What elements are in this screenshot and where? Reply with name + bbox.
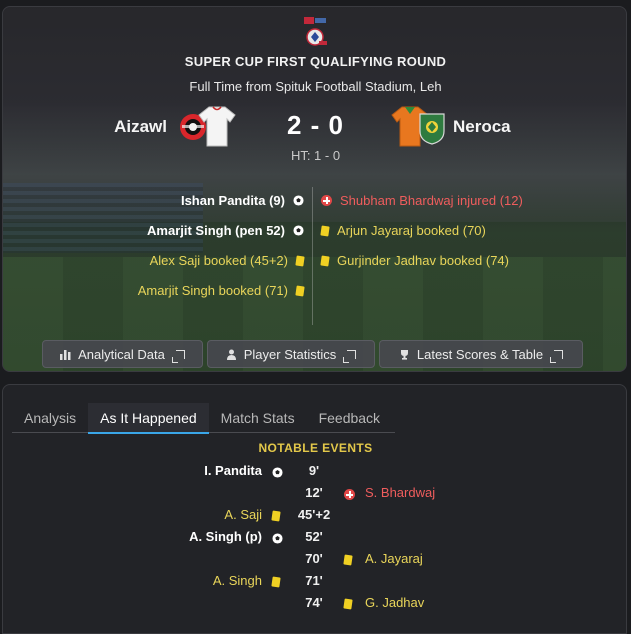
home-event-text: Amarjit Singh booked (71) (137, 283, 288, 298)
timeline-row: 70' A. Jayaraj (3, 551, 628, 571)
timeline-minute: 74' (305, 595, 323, 610)
home-event-goal: Ishan Pandita (9) (181, 193, 304, 208)
timeline-away-player[interactable]: S. Bhardwaj (365, 485, 435, 500)
timeline-away-player[interactable]: A. Jayaraj (365, 551, 423, 566)
timeline-home-player[interactable]: I. Pandita (204, 463, 262, 478)
timeline-minute: 70' (305, 551, 323, 566)
yellow-card-icon (320, 224, 330, 237)
competition-round-title: SUPER CUP FIRST QUALIFYING ROUND (184, 54, 447, 69)
latest-scores-label: Latest Scores & Table (416, 346, 544, 362)
latest-scores-table-button[interactable]: Latest Scores & Table (379, 340, 583, 368)
yellow-card-icon (271, 576, 281, 588)
football-icon (293, 195, 304, 206)
yellow-card-icon (271, 510, 281, 522)
timeline-home-player[interactable]: A. Saji (224, 507, 262, 522)
timeline-minute: 9' (308, 463, 320, 478)
away-event-text: Arjun Jayaraj booked (70) (337, 223, 486, 238)
competition-logo (304, 17, 327, 46)
timeline-row: A. Singh (p) 52' (3, 529, 628, 549)
details-tab-bar: Analysis As It Happened Match Stats Feed… (12, 403, 395, 434)
tab-match-stats[interactable]: Match Stats (209, 403, 307, 433)
football-icon (272, 467, 283, 478)
final-score: 2 - 0 (286, 110, 345, 140)
external-link-icon (343, 349, 357, 363)
timeline-home-player[interactable]: A. Singh (p) (189, 529, 262, 544)
trophy-icon (400, 349, 408, 360)
away-event-booking: Gurjinder Jadhav booked (74) (320, 253, 509, 268)
match-details-panel: Analysis As It Happened Match Stats Feed… (2, 384, 627, 634)
tab-feedback[interactable]: Feedback (307, 403, 392, 433)
away-event-text: Shubham Bhardwaj injured (12) (340, 193, 523, 208)
timeline-row: I. Pandita 9' (3, 463, 628, 483)
yellow-card-icon (320, 254, 330, 267)
yellow-card-icon (343, 554, 353, 566)
timeline-row: A. Singh 71' (3, 573, 628, 593)
home-event-text: Ishan Pandita (9) (180, 193, 285, 208)
match-header-panel: SUPER CUP FIRST QUALIFYING ROUND Full Ti… (2, 6, 627, 372)
away-event-booking: Arjun Jayaraj booked (70) (320, 223, 486, 238)
tab-analysis[interactable]: Analysis (12, 403, 88, 433)
events-divider (312, 187, 313, 325)
timeline-minute: 71' (305, 573, 323, 588)
timeline-row: 12' S. Bhardwaj (3, 485, 628, 505)
home-event-text: Amarjit Singh (pen 52) (147, 223, 285, 238)
away-event-text: Gurjinder Jadhav booked (74) (337, 253, 509, 268)
home-event-booking: Amarjit Singh booked (71) (137, 283, 305, 298)
venue-line: Full Time from Spituk Football Stadium, … (189, 79, 442, 94)
timeline-row: A. Saji 45'+2 (3, 507, 628, 527)
timeline-home-player[interactable]: A. Singh (213, 573, 262, 588)
external-link-icon (550, 349, 564, 363)
football-icon (272, 533, 283, 544)
football-icon (293, 225, 304, 236)
away-team-name[interactable]: Neroca (453, 117, 511, 137)
timeline-minute: 45'+2 (297, 507, 331, 522)
yellow-card-icon (295, 284, 305, 297)
timeline-minute: 52' (305, 529, 323, 544)
neroca-badge-icon[interactable] (417, 111, 447, 145)
tab-as-it-happened[interactable]: As It Happened (88, 403, 209, 434)
injury-cross-icon (344, 489, 355, 500)
away-event-injury: Shubham Bhardwaj injured (12) (321, 193, 523, 208)
player-statistics-label: Player Statistics (243, 346, 337, 362)
timeline-row: 74' G. Jadhav (3, 595, 628, 615)
timeline-away-player[interactable]: G. Jadhav (365, 595, 424, 610)
home-event-goal: Amarjit Singh (pen 52) (147, 223, 304, 238)
stadium-stand (3, 183, 203, 253)
bar-chart-icon (60, 349, 71, 360)
timeline-minute: 12' (305, 485, 323, 500)
analytical-data-label: Analytical Data (78, 346, 165, 362)
external-link-icon (171, 349, 185, 363)
half-time-score: HT: 1 - 0 (290, 148, 341, 163)
injury-cross-icon (321, 195, 332, 206)
person-icon (226, 349, 236, 360)
home-event-text: Alex Saji booked (45+2) (149, 253, 288, 268)
notable-events-title: NOTABLE EVENTS (258, 441, 373, 455)
yellow-card-icon (295, 254, 305, 267)
home-event-booking: Alex Saji booked (45+2) (149, 253, 305, 268)
yellow-card-icon (343, 598, 353, 610)
analytical-data-button[interactable]: Analytical Data (42, 340, 203, 368)
player-statistics-button[interactable]: Player Statistics (207, 340, 375, 368)
